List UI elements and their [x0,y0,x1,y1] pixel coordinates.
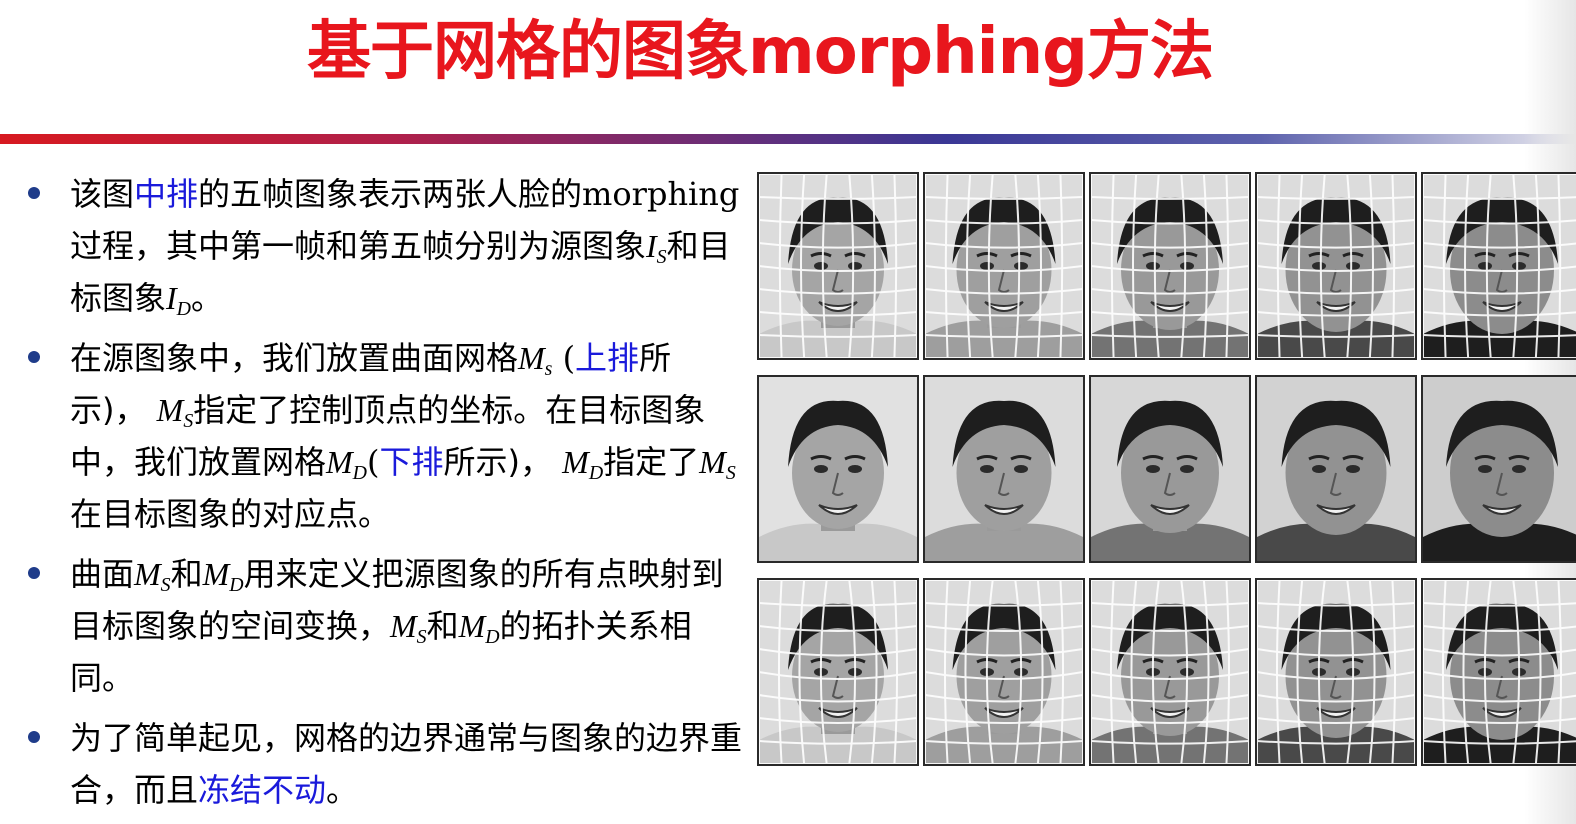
target-mesh-row-frame [923,578,1085,766]
highlight-bottom-row: 下排 [379,443,444,481]
bullet-item-4: 为了简单起见，网格的边界通常与图象的边界重合，而且冻结不动。 [22,712,742,816]
bullet-2-text-a: 在源图象中，我们放置曲面网格 [70,339,519,377]
morph-sequence-row-frame [1421,375,1576,563]
bullet-3-text-b: 和 [170,555,203,593]
bullet-dot-icon [28,187,40,199]
morph-sequence-row-frame [923,375,1085,563]
title-divider-bar [0,134,1576,144]
morph-frames-figure [757,172,1576,768]
var-mesh-target: MD [326,444,367,484]
bullet-list: 该图中排的五帧图象表示两张人脸的morphing 过程，其中第一帧和第五帧分别为源… [22,168,742,824]
bullet-dot-icon [28,567,40,579]
bullet-2-text-d: 所示)， [443,443,553,481]
morph-sequence-row-frame [1089,375,1251,563]
highlight-top-row: 上排 [575,339,640,377]
bullet-item-2: 在源图象中，我们放置曲面网格Ms (上排所示)， MS指定了控制顶点的坐标。在目… [22,332,742,540]
var-mesh-source-2: MS [156,392,194,432]
var-md: MD [202,556,244,596]
bullet-2-text-f: 在目标图象的对应点。 [70,495,391,533]
bullet-dot-icon [28,351,40,363]
paren-open-2: ( [367,443,380,481]
var-target-image: ID [166,280,191,320]
var-mesh-source: Ms [518,340,553,380]
bullet-item-1: 该图中排的五帧图象表示两张人脸的morphing 过程，其中第一帧和第五帧分别为源… [22,168,742,324]
bullet-3-text-b2: 和 [426,607,459,645]
source-mesh-row-frame [923,172,1085,360]
bullet-3-text-a: 曲面 [70,555,135,593]
var-mesh-target-2: MD [562,444,604,484]
bullet-2-text-e: 指定了 [603,443,700,481]
bullet-item-3: 曲面MS和MD用来定义把源图象的所有点映射到目标图象的空间变换，MS和MD的拓扑… [22,548,742,704]
source-mesh-row-frame [1421,172,1576,360]
var-mesh-source-3: MS [699,444,736,484]
morph-sequence-row-frame [757,375,919,563]
var-ms-2: MS [390,608,427,648]
var-source-image: IS [646,228,667,268]
var-md-2: MD [458,608,500,648]
target-mesh-row-frame [1089,578,1251,766]
slide-title: 基于网格的图象morphing方法 [307,15,1214,89]
target-mesh-row-frame [757,578,919,766]
target-mesh-row-frame [1255,578,1417,766]
bullet-1-text-e: 。 [191,279,224,317]
var-ms: MS [134,556,171,596]
bullet-1-text-a: 该图 [70,175,135,213]
target-mesh-row-frame [1421,578,1576,766]
bullet-dot-icon [28,731,40,743]
bullet-4-text-a: 为了简单起见，网格的边界通常与图象的边界重合，而且 [70,719,743,809]
highlight-middle-row: 中排 [134,175,199,213]
bullet-4-text-b: 。 [326,771,359,809]
source-mesh-row-frame [1255,172,1417,360]
paren-open: ( [552,339,576,377]
term-morphing: morphing [582,175,740,213]
bullet-1-text-b: 的五帧图象表示两张人脸的 [198,175,583,213]
source-mesh-row-frame [757,172,919,360]
highlight-frozen: 冻结不动 [198,771,327,809]
source-mesh-row-frame [1089,172,1251,360]
bullet-1-text-c: 过程，其中第一帧和第五帧分别为源图象 [70,227,647,265]
morph-sequence-row-frame [1255,375,1417,563]
